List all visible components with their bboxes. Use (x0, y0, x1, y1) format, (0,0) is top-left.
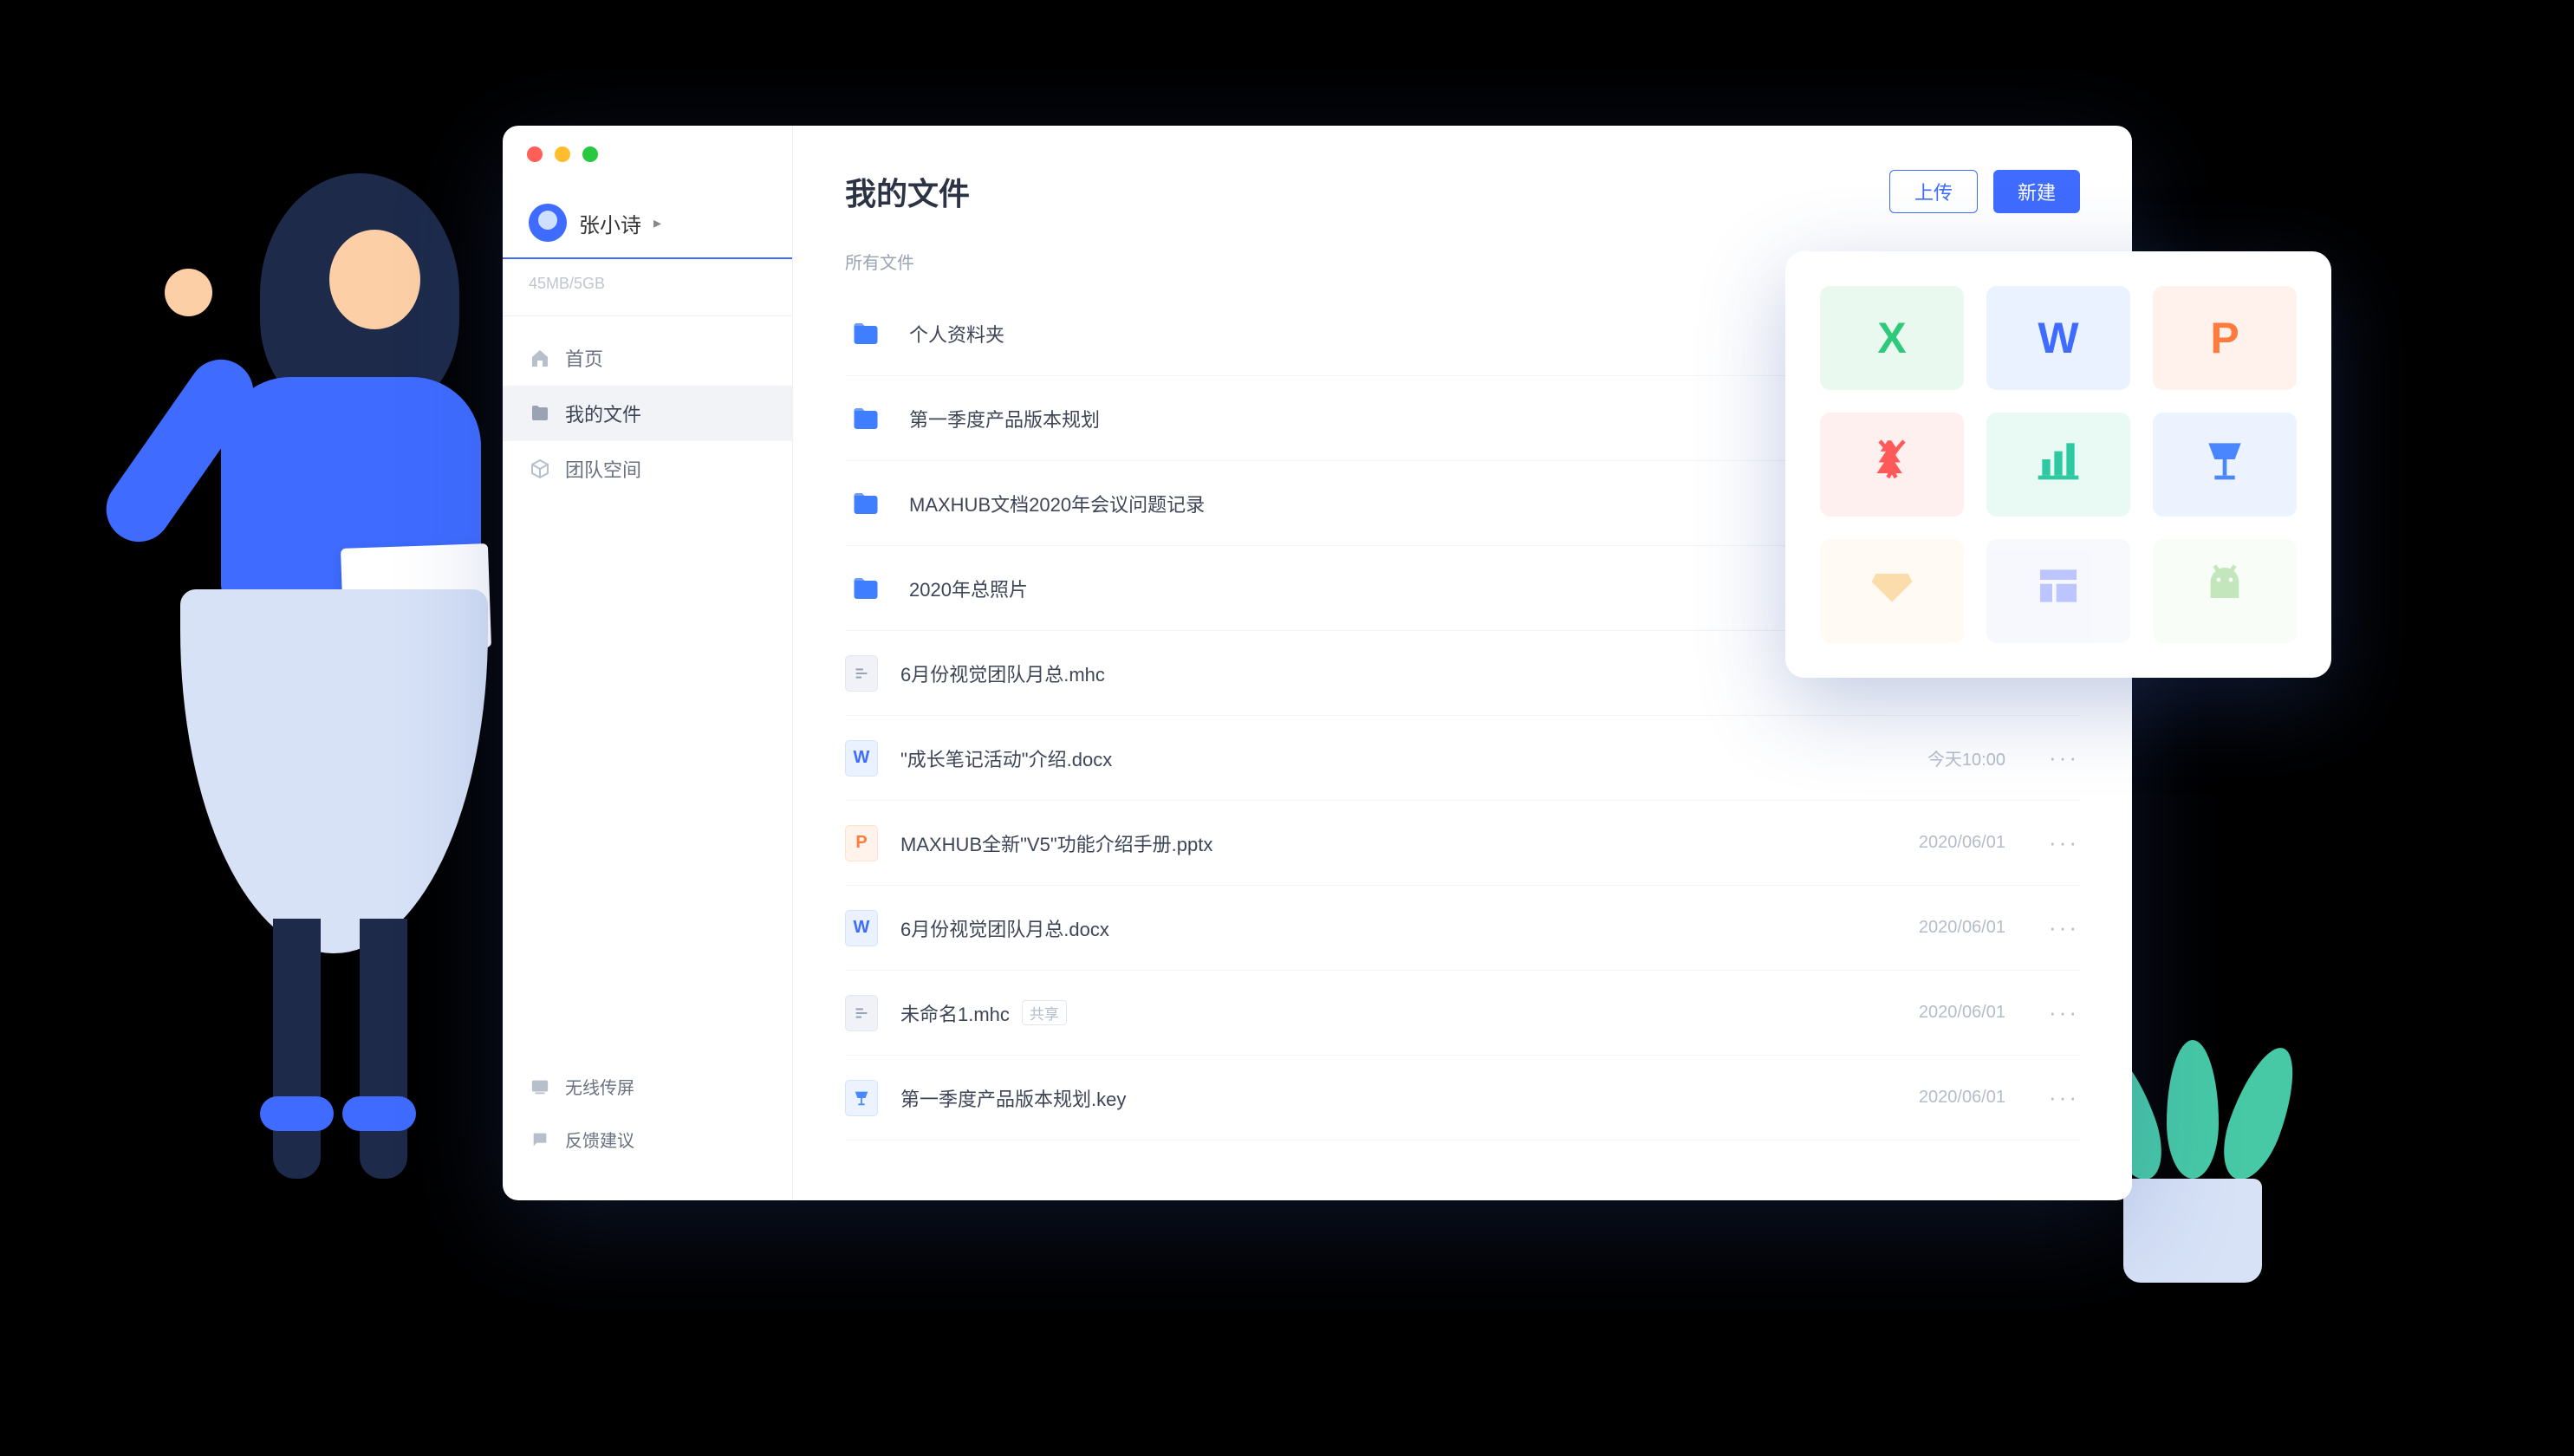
folder-icon (845, 401, 887, 436)
file-row[interactable]: 第一季度产品版本规划.key 2020/06/01 ··· (845, 1056, 2080, 1141)
sidebar-item-my-files[interactable]: 我的文件 (503, 386, 792, 441)
user-menu[interactable]: 张小诗 ▸ (503, 204, 792, 259)
pptx-icon: P (845, 825, 878, 861)
file-date: 2020/06/01 (1919, 1088, 2005, 1108)
user-name: 张小诗 (579, 208, 641, 238)
cube-icon (529, 458, 551, 480)
layout-icon (2034, 562, 2083, 621)
lamp-icon (2200, 435, 2249, 494)
folder-icon (845, 316, 887, 351)
folder-icon (845, 571, 887, 606)
sidebar-item-label: 反馈建议 (565, 1127, 634, 1152)
key-icon (845, 1080, 878, 1116)
file-date: 2020/06/01 (1919, 833, 2005, 853)
storage-usage: 45MB/5GB (503, 264, 792, 316)
new-type-layout[interactable] (1986, 539, 2130, 643)
file-name: MAXHUB文档2020年会议问题记录 (909, 490, 1205, 517)
w-icon: W (2038, 313, 2078, 363)
file-date: 2020/06/01 (1919, 1003, 2005, 1023)
file-tag: 共享 (1022, 1000, 1067, 1025)
more-icon[interactable]: ··· (2049, 744, 2080, 771)
new-type-document[interactable]: W (1986, 286, 2130, 390)
more-icon[interactable]: ··· (2049, 829, 2080, 856)
main-header: 我的文件 上传 新建 (845, 169, 2080, 214)
pdf-icon (1868, 435, 1916, 494)
page-title: 我的文件 (845, 169, 970, 214)
sidebar-bottom: 无线传屏 反馈建议 (503, 1043, 792, 1200)
docx-icon: W (845, 740, 878, 777)
new-type-presentation[interactable]: P (2153, 286, 2297, 390)
sidebar-item-team-space[interactable]: 团队空间 (503, 441, 792, 497)
more-icon[interactable]: ··· (2049, 1084, 2080, 1111)
file-row[interactable]: 未命名1.mhc 共享 2020/06/01 ··· (845, 971, 2080, 1056)
home-icon (529, 347, 551, 369)
file-date: 2020/06/01 (1919, 918, 2005, 938)
file-name: 6月份视觉团队月总.docx (900, 914, 1109, 942)
file-row[interactable]: W "成长笔记活动"介绍.docx 今天10:00 ··· (845, 716, 2080, 801)
x-icon: X (1877, 313, 1906, 363)
avatar (529, 204, 567, 242)
more-icon[interactable]: ··· (2049, 914, 2080, 941)
gem-icon (1868, 562, 1916, 621)
more-icon[interactable]: ··· (2049, 999, 2080, 1026)
sidebar-item-home[interactable]: 首页 (503, 330, 792, 386)
feedback-icon (529, 1128, 551, 1151)
sidebar-item-wireless-cast[interactable]: 无线传屏 (503, 1060, 792, 1113)
file-name: 未命名1.mhc (900, 999, 1010, 1027)
window-controls (527, 146, 598, 162)
chevron-right-icon: ▸ (653, 214, 661, 232)
new-type-sketch[interactable] (1820, 539, 1964, 643)
docx-icon: W (845, 910, 878, 946)
folder-icon (845, 486, 887, 521)
sidebar: 张小诗 ▸ 45MB/5GB 首页 我的文件 团队空间 (503, 126, 793, 1200)
new-type-spreadsheet[interactable]: X (1820, 286, 1964, 390)
file-row[interactable]: W 6月份视觉团队月总.docx 2020/06/01 ··· (845, 886, 2080, 971)
p-icon: P (2210, 313, 2239, 363)
cast-icon (529, 1076, 551, 1098)
new-document-panel: X W P (1785, 251, 2331, 678)
file-name: 第一季度产品版本规划.key (900, 1084, 1126, 1112)
mhc-icon (845, 995, 878, 1031)
file-name: 个人资料夹 (909, 320, 1004, 348)
file-name: "成长笔记活动"介绍.docx (900, 744, 1112, 772)
file-row[interactable]: P MAXHUB全新"V5"功能介绍手册.pptx 2020/06/01 ··· (845, 801, 2080, 886)
file-name: 第一季度产品版本规划 (909, 405, 1100, 432)
file-name: MAXHUB全新"V5"功能介绍手册.pptx (900, 829, 1212, 857)
file-name: 6月份视觉团队月总.mhc (900, 660, 1105, 687)
illustration-person (165, 182, 529, 1179)
new-type-pdf[interactable] (1820, 413, 1964, 517)
nav-main: 首页 我的文件 团队空间 (503, 316, 792, 510)
chart-icon (2034, 435, 2083, 494)
close-window-icon[interactable] (527, 146, 543, 162)
sidebar-item-label: 无线传屏 (565, 1074, 634, 1099)
folder-icon (529, 402, 551, 425)
file-date: 今天10:00 (1927, 745, 2005, 770)
android-icon (2200, 562, 2249, 621)
sidebar-item-feedback[interactable]: 反馈建议 (503, 1113, 792, 1166)
new-button[interactable]: 新建 (1993, 170, 2080, 213)
new-type-keynote[interactable] (2153, 413, 2297, 517)
mhc-icon (845, 655, 878, 692)
sidebar-item-label: 团队空间 (565, 455, 641, 483)
sidebar-item-label: 我的文件 (565, 400, 641, 427)
maximize-window-icon[interactable] (582, 146, 598, 162)
minimize-window-icon[interactable] (555, 146, 570, 162)
file-name: 2020年总照片 (909, 575, 1028, 602)
new-type-android[interactable] (2153, 539, 2297, 643)
upload-button[interactable]: 上传 (1889, 170, 1978, 213)
new-type-chart[interactable] (1986, 413, 2130, 517)
sidebar-item-label: 首页 (565, 344, 603, 372)
